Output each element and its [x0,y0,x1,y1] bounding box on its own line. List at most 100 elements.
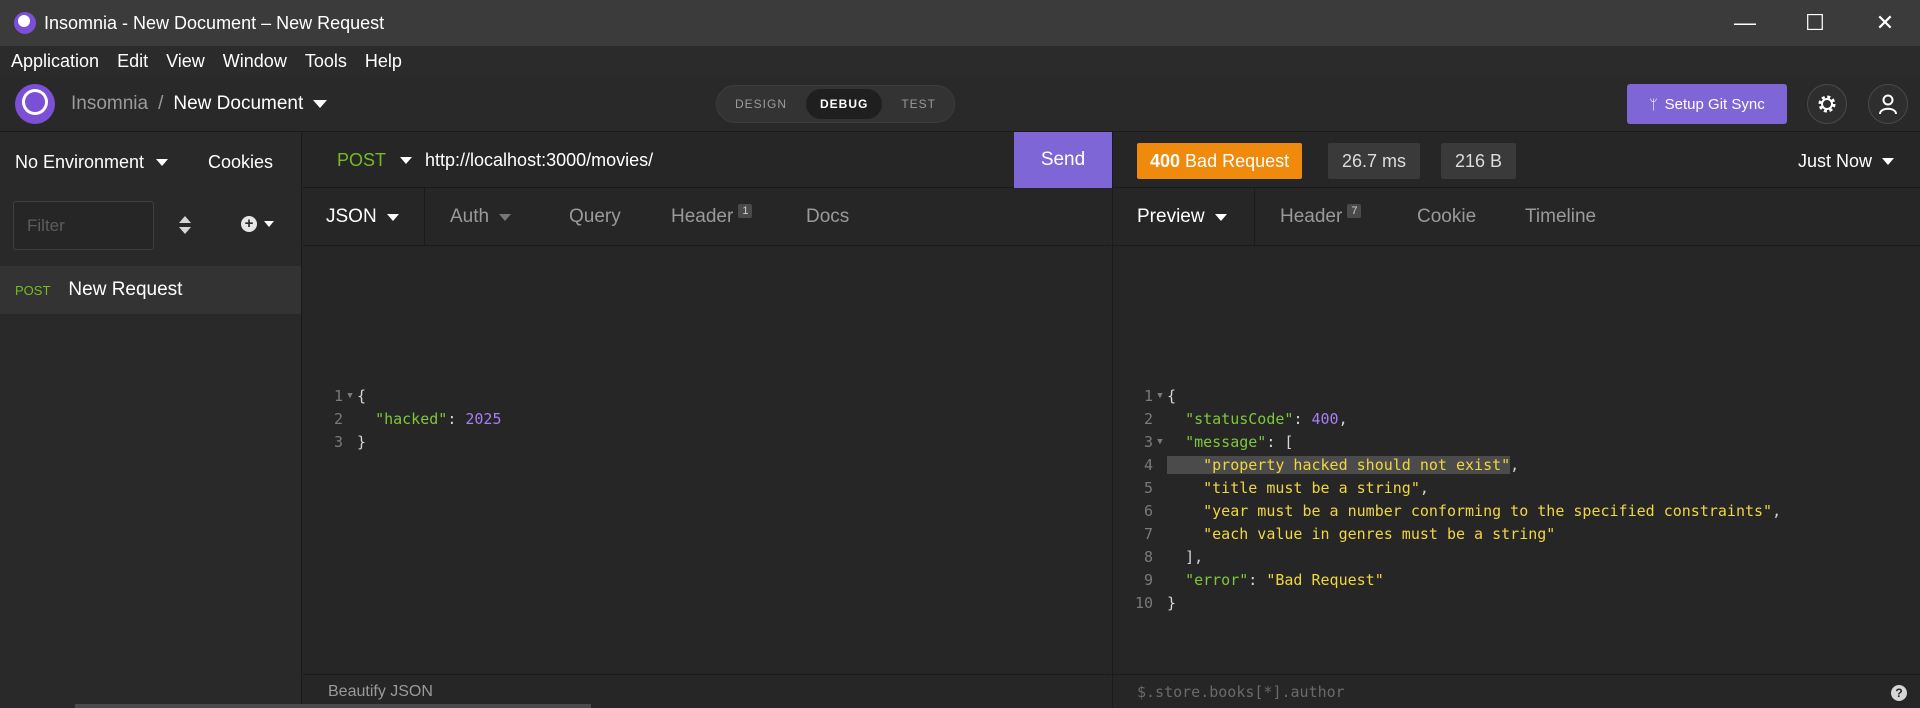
tab-timeline-label: Timeline [1525,206,1597,227]
tab-cookie[interactable]: Cookie [1417,188,1476,246]
json-number: 2025 [465,409,502,428]
git-branch-icon: ᛘ [1649,96,1658,112]
help-icon[interactable]: ? [1891,685,1907,701]
json-string: "Bad Request" [1266,570,1384,589]
minimize-icon: — [1734,10,1756,35]
method-chevron-down-icon [400,157,413,164]
tab-header[interactable]: Header 1 [671,188,753,246]
minimize-button[interactable]: — [1710,0,1780,46]
horizontal-scrollbar[interactable] [75,704,591,708]
selection-highlight: "property hacked should not exist" [1167,455,1511,474]
code-line: 3 } [303,430,366,453]
menu-view[interactable]: View [166,51,205,72]
environment-select[interactable]: No Environment [15,152,169,173]
cookies-button[interactable]: Cookies [208,152,273,173]
sidebar-request-item[interactable]: POST New Request [0,266,301,314]
method-select[interactable]: POST [337,150,413,171]
tab-timeline[interactable]: Timeline [1525,188,1596,246]
fold-arrow-icon[interactable]: ▼ [1153,391,1167,401]
insomnia-logo-icon[interactable] [15,84,55,124]
menu-help[interactable]: Help [365,51,402,72]
code-line: 1 ▼ { [303,384,366,407]
code-line: 9 "error" : "Bad Request" [1113,568,1384,591]
setup-git-sync-button[interactable]: ᛘ Setup Git Sync [1627,84,1787,124]
mode-test-tab[interactable]: TEST [887,89,950,119]
response-pane: 400 Bad Request 26.7 ms 216 B Just Now P… [1112,132,1920,708]
line-number: 8 [1143,547,1153,566]
status-badge: 400 Bad Request [1137,143,1303,179]
tab-preview-label: Preview [1137,206,1205,227]
json-string: "year must be a number conforming to the… [1203,501,1773,520]
response-filter-bar: $.store.books[*].author ? [1113,674,1920,708]
close-window-button[interactable]: ✕ [1850,0,1920,46]
code-line: 2 "statusCode" : 400 , [1113,407,1348,430]
breadcrumb-workspace[interactable]: Insomnia [71,93,148,115]
request-name: New Request [68,279,183,300]
json-string: "each value in genres must be a string" [1203,524,1556,543]
request-pane: POST http://localhost:3000/movies/ Send … [303,132,1112,708]
title-bar: Insomnia - New Document – New Request — … [0,0,1920,46]
mode-debug-tab[interactable]: DEBUG [806,89,883,119]
beautify-json-button[interactable]: Beautify JSON [328,683,433,701]
environment-label: No Environment [15,152,145,172]
tab-response-header[interactable]: Header 7 [1280,188,1362,246]
line-number: 3 [333,432,343,451]
code-line: 3 ▼ "message" : [ [1113,430,1293,453]
sort-icon[interactable] [178,215,192,235]
response-filter-input[interactable]: $.store.books[*].author [1137,683,1345,701]
tab-query-label: Query [569,206,621,227]
response-header-count-badge: 7 [1347,204,1362,218]
tab-divider [424,188,425,246]
status-code: 400 [1150,150,1181,171]
tab-json[interactable]: JSON [326,188,399,246]
close-icon: ✕ [1875,10,1895,35]
menu-window[interactable]: Window [223,51,287,72]
line-number: 9 [1143,570,1153,589]
tab-preview[interactable]: Preview [1137,188,1227,246]
json-colon: : [447,409,466,428]
git-sync-label: Setup Git Sync [1664,95,1765,113]
url-input[interactable]: http://localhost:3000/movies/ [425,150,653,171]
mode-switch: DESIGN DEBUG TEST [716,85,955,123]
url-bar: POST http://localhost:3000/movies/ Send [303,132,1112,188]
app-header: Insomnia / New Document DESIGN DEBUG TES… [0,76,1920,132]
line-number: 1 [333,386,343,405]
breadcrumb-document[interactable]: New Document [173,93,303,115]
json-chevron-down-icon [386,213,399,221]
environment-row: No Environment Cookies [0,132,302,190]
json-key: "statusCode" [1185,409,1294,428]
auth-chevron-down-icon [499,213,512,221]
json-key: "message" [1185,432,1267,451]
tab-query[interactable]: Query [569,188,621,246]
history-chevron-down-icon [1882,158,1895,165]
breadcrumb: Insomnia / New Document [71,93,328,115]
json-string: "title must be a string" [1203,478,1420,497]
menu-edit[interactable]: Edit [117,51,148,72]
response-time: 26.7 ms [1328,143,1421,179]
add-request-button[interactable]: + [241,216,274,232]
account-button[interactable] [1868,84,1908,124]
code-line: 4 "property hacked should not exist", [1113,453,1519,476]
document-chevron-down-icon[interactable] [313,100,328,108]
menu-application[interactable]: Application [11,51,99,72]
line-number: 10 [1134,593,1153,612]
response-size: 216 B [1441,143,1517,179]
sidebar-filter-input[interactable] [13,201,154,250]
response-history-select[interactable]: Just Now [1798,151,1895,172]
menu-tools[interactable]: Tools [305,51,347,72]
header-count-badge: 1 [738,204,753,218]
maximize-button[interactable]: ☐ [1780,0,1850,46]
fold-arrow-icon[interactable]: ▼ [1153,437,1167,447]
settings-button[interactable] [1807,84,1847,124]
insomnia-app-icon [14,12,36,34]
tab-docs[interactable]: Docs [806,188,849,246]
fold-arrow-icon[interactable]: ▼ [343,391,357,401]
tab-response-header-label: Header [1280,206,1343,227]
line-number: 6 [1143,501,1153,520]
mode-design-tab[interactable]: DESIGN [721,89,801,119]
tab-auth[interactable]: Auth [450,188,512,246]
plus-circle-icon: + [241,216,257,232]
json-string: "property hacked should not exist" [1203,455,1511,474]
method-label: POST [337,150,387,170]
send-button[interactable]: Send [1014,132,1112,188]
